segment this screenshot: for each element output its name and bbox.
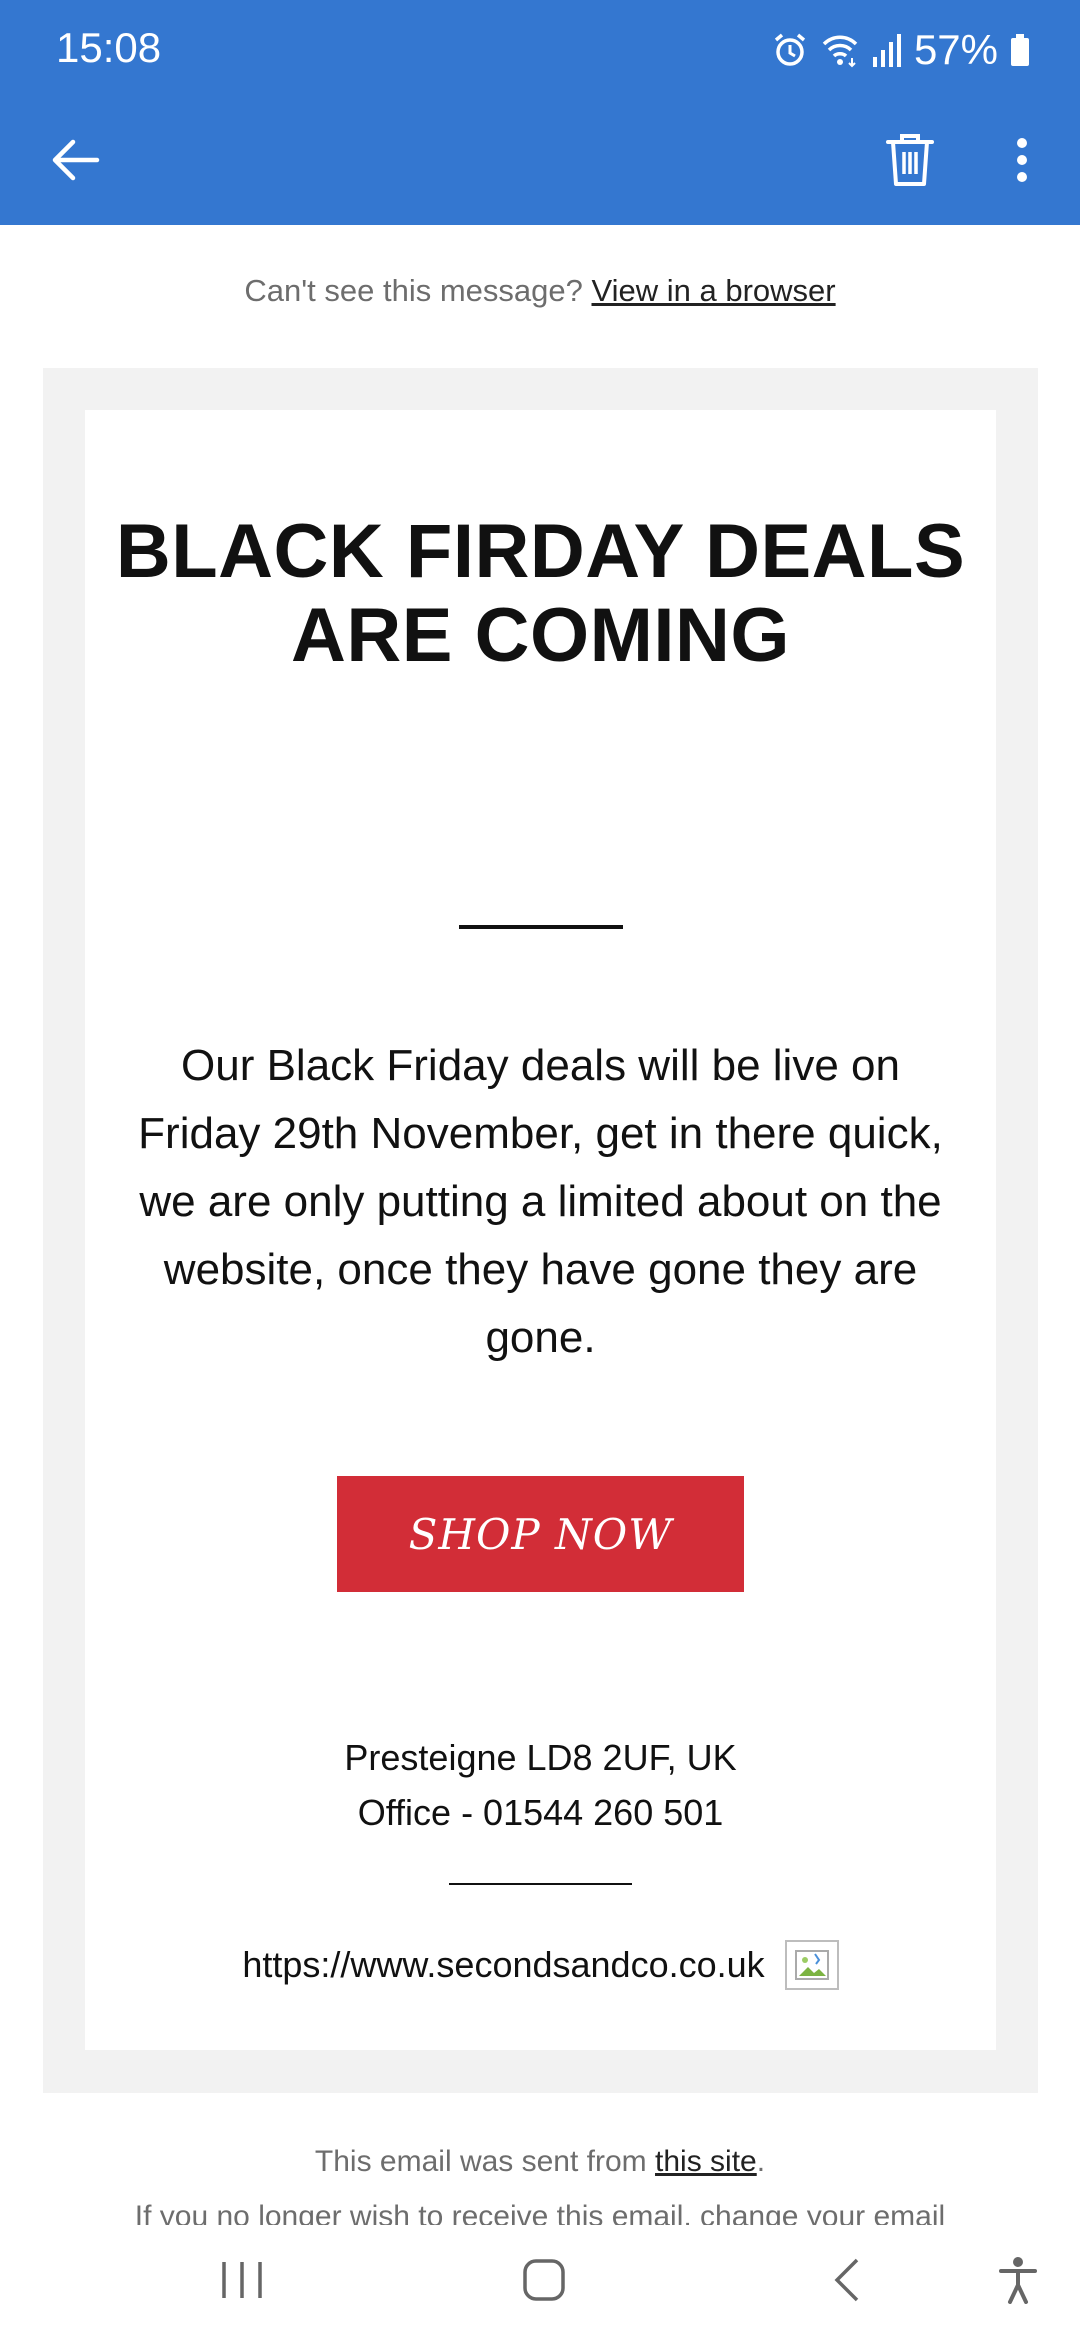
app-bar [0, 100, 1080, 225]
website-link[interactable]: https://www.secondsandco.co.uk [242, 1944, 764, 1986]
back-icon [831, 2257, 861, 2308]
footer-text: This email was sent from [314, 2145, 647, 2178]
divider [459, 925, 623, 929]
more-vert-icon [1015, 137, 1029, 188]
preheader-text: Can't see this message? [244, 273, 583, 308]
preheader: Can't see this message? View in a browse… [0, 273, 1080, 309]
delete-button[interactable] [860, 100, 960, 225]
accessibility-icon [998, 2256, 1038, 2309]
website-row: https://www.secondsandco.co.uk [85, 1935, 996, 1995]
headline: BLACK FIRDAY DEALS ARE COMING [115, 509, 966, 678]
footer-sent-from: This email was sent from this site. [0, 2145, 1080, 2179]
alarm-icon [772, 32, 808, 68]
footer-unsubscribe-text: If you no longer wish to receive this em… [134, 2200, 946, 2225]
home-button[interactable] [484, 2225, 604, 2340]
status-time: 15:08 [56, 24, 162, 71]
signal-icon [872, 33, 902, 67]
office-phone[interactable]: Office - 01544 260 501 [85, 1785, 996, 1840]
status-bar: 15:08 57% [0, 0, 1080, 100]
trash-icon [884, 132, 936, 193]
footer-punct: . [756, 2145, 766, 2178]
more-options-button[interactable] [972, 100, 1072, 225]
shop-now-button[interactable]: SHOP NOW [337, 1476, 744, 1592]
this-site-link[interactable]: this site [655, 2145, 757, 2178]
body-text: Our Black Friday deals will be live on F… [138, 1041, 943, 1362]
system-nav-bar [0, 2225, 1080, 2340]
back-button[interactable] [20, 100, 130, 225]
view-in-browser-link[interactable]: View in a browser [592, 273, 836, 308]
email-card: BLACK FIRDAY DEALS ARE COMING Our Black … [85, 410, 996, 2050]
address-line: Presteigne LD8 2UF, UK [344, 1737, 737, 1778]
home-icon [522, 2258, 566, 2307]
address-block: Presteigne LD8 2UF, UK Office - 01544 26… [85, 1730, 996, 1840]
email-outer-frame: BLACK FIRDAY DEALS ARE COMING Our Black … [43, 368, 1038, 2093]
broken-image-icon[interactable] [784, 1940, 839, 1990]
recents-button[interactable] [182, 2225, 302, 2340]
footer-divider [449, 1883, 632, 1885]
recents-icon [220, 2260, 264, 2305]
status-icons: 57% [772, 24, 1030, 76]
wifi-icon [820, 32, 860, 68]
back-arrow-icon [49, 138, 101, 187]
email-content[interactable]: Can't see this message? View in a browse… [0, 225, 1080, 2225]
battery-icon [1010, 33, 1030, 67]
battery-level: 57% [913, 26, 998, 73]
system-back-button[interactable] [786, 2225, 906, 2340]
accessibility-button[interactable] [958, 2225, 1078, 2340]
